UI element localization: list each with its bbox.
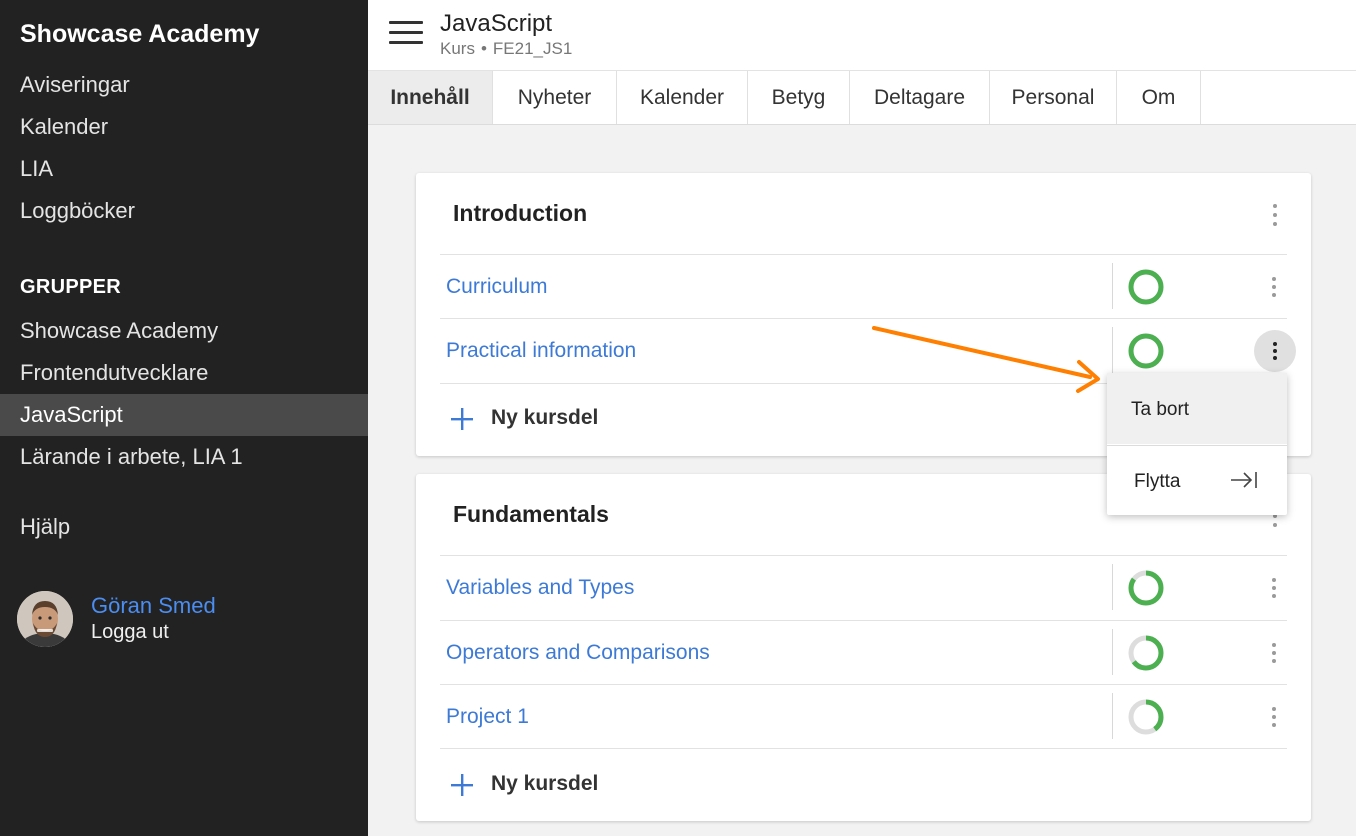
- groups-heading: GRUPPER: [20, 276, 122, 298]
- section-menu-icon[interactable]: [1266, 201, 1284, 231]
- sidebar-item-loggbocker[interactable]: Loggböcker: [0, 190, 368, 232]
- divider: [440, 684, 1287, 685]
- sidebar-group-frontendutvecklare[interactable]: Frontendutvecklare: [0, 352, 368, 394]
- sidebar: Showcase Academy Aviseringar Kalender LI…: [0, 0, 368, 836]
- row-menu-icon[interactable]: [1265, 704, 1283, 730]
- section-title: Fundamentals: [453, 501, 609, 527]
- menu-item-delete[interactable]: Ta bort: [1107, 373, 1287, 444]
- divider: [440, 620, 1287, 621]
- progress-ring: [1128, 635, 1164, 671]
- sidebar-item-aviseringar[interactable]: Aviseringar: [0, 64, 368, 106]
- divider: [1112, 327, 1113, 373]
- progress-ring: [1128, 570, 1164, 606]
- progress-ring: [1128, 699, 1164, 735]
- progress-arc: [1128, 333, 1164, 369]
- course-type: Kurs: [440, 39, 475, 58]
- list-item-link[interactable]: Practical information: [446, 339, 636, 363]
- sidebar-group-javascript[interactable]: JavaScript: [0, 394, 368, 436]
- plus-icon: [451, 408, 473, 430]
- progress-ring: [1128, 333, 1164, 369]
- row-menu-icon-active[interactable]: [1254, 330, 1296, 372]
- tab-om[interactable]: Om: [1117, 71, 1201, 124]
- user-name-link[interactable]: Göran Smed: [91, 593, 216, 619]
- progress-arc: [1128, 269, 1164, 305]
- row-menu-icon[interactable]: [1265, 575, 1283, 601]
- course-title: JavaScript: [440, 10, 553, 37]
- menu-item-label: Ta bort: [1131, 399, 1190, 420]
- add-course-part-label: Ny kursdel: [491, 406, 599, 429]
- row-menu-icon[interactable]: [1265, 640, 1283, 666]
- sidebar-group-larande-i-arbete[interactable]: Lärande i arbete, LIA 1: [0, 436, 368, 478]
- list-item-link[interactable]: Operators and Comparisons: [446, 641, 710, 665]
- section-title: Introduction: [453, 200, 588, 226]
- tab-nyheter[interactable]: Nyheter: [493, 71, 617, 124]
- tab-kalender[interactable]: Kalender: [617, 71, 748, 124]
- list-item-link[interactable]: Variables and Types: [446, 576, 634, 600]
- divider: [440, 318, 1287, 319]
- section-card-fundamentals: Fundamentals Variables and Types Operato…: [416, 474, 1311, 821]
- tab-betyg[interactable]: Betyg: [748, 71, 850, 124]
- divider: [1112, 564, 1113, 610]
- tab-personal[interactable]: Personal: [990, 71, 1117, 124]
- hamburger-icon[interactable]: [389, 21, 423, 45]
- list-item-link[interactable]: Project 1: [446, 705, 529, 729]
- separator-dot: •: [480, 39, 487, 58]
- sidebar-item-lia[interactable]: LIA: [0, 148, 368, 190]
- tab-innehall[interactable]: Innehåll: [368, 71, 493, 124]
- sidebar-group-showcase-academy[interactable]: Showcase Academy: [0, 310, 368, 352]
- divider: [440, 555, 1287, 556]
- arrow-to-right-bar-icon: [1231, 472, 1257, 488]
- plus-icon: [451, 774, 473, 796]
- menu-item-move[interactable]: Flytta: [1107, 446, 1287, 517]
- sidebar-item-kalender[interactable]: Kalender: [0, 106, 368, 148]
- divider: [440, 748, 1287, 749]
- progress-ring: [1128, 269, 1164, 305]
- menu-item-label: Flytta: [1134, 471, 1181, 492]
- course-subtitle: Kurs • FE21_JS1: [440, 39, 572, 59]
- row-menu-icon[interactable]: [1265, 274, 1283, 300]
- brand-title[interactable]: Showcase Academy: [20, 20, 259, 49]
- tab-deltagare[interactable]: Deltagare: [850, 71, 990, 124]
- row-context-menu: Ta bort Flytta: [1107, 373, 1287, 515]
- list-item-link[interactable]: Curriculum: [446, 275, 548, 299]
- add-course-part-label: Ny kursdel: [491, 772, 599, 795]
- tab-bar: Innehåll Nyheter Kalender Betyg Deltagar…: [368, 71, 1356, 125]
- logout-link[interactable]: Logga ut: [91, 621, 169, 644]
- divider: [1112, 629, 1113, 675]
- avatar[interactable]: [17, 591, 73, 647]
- divider: [1112, 693, 1113, 739]
- course-code: FE21_JS1: [492, 39, 573, 58]
- divider: [1112, 263, 1113, 309]
- divider: [440, 254, 1287, 255]
- sidebar-item-help[interactable]: Hjälp: [0, 506, 368, 548]
- course-header: JavaScript Kurs • FE21_JS1: [368, 0, 1356, 71]
